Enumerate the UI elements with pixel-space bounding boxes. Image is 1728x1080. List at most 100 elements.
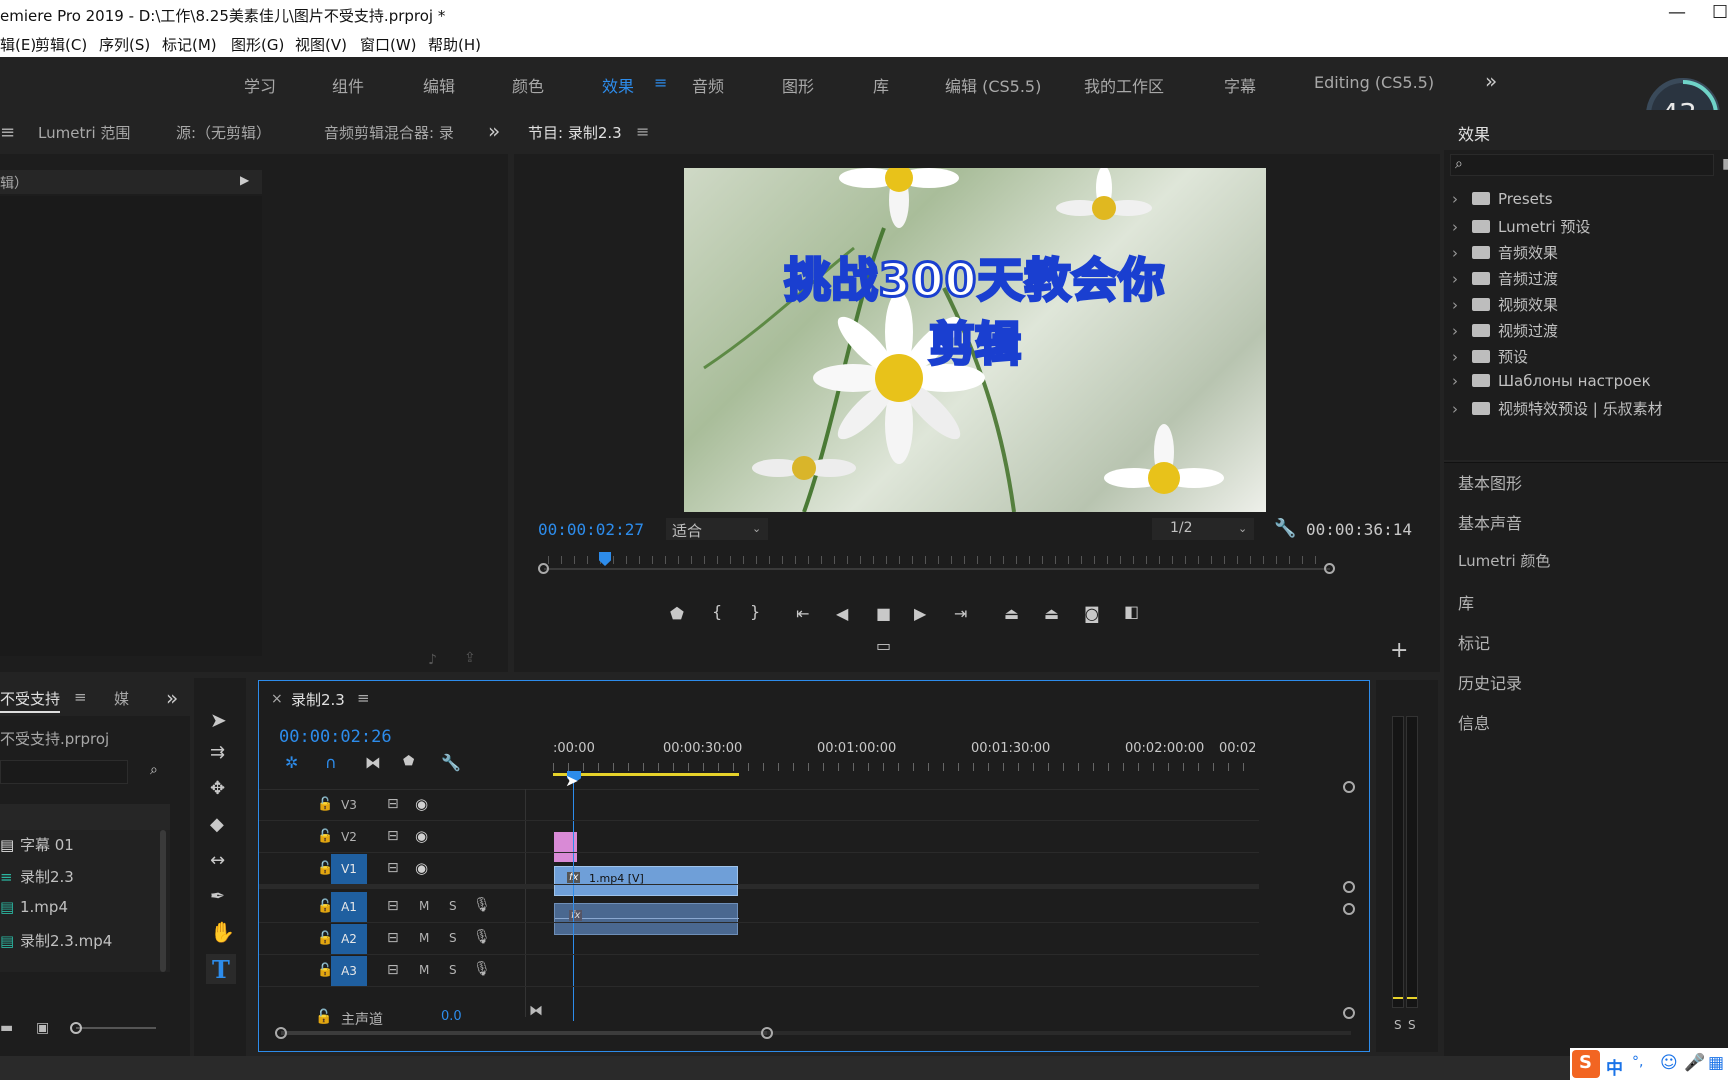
- tab-lumetri-scopes[interactable]: Lumetri 范围: [38, 122, 130, 143]
- panel-lumetri-color[interactable]: Lumetri 颜色: [1458, 550, 1550, 571]
- effects-item-templates[interactable]: › Шаблоны настроек: [1452, 372, 1651, 396]
- ime-punctuation[interactable]: °,: [1632, 1054, 1643, 1070]
- export-icon[interactable]: ⇪: [464, 650, 476, 666]
- audio-scroll-top-handle[interactable]: [1343, 903, 1355, 915]
- nest-toggle-icon[interactable]: ✲: [285, 755, 298, 771]
- effects-title[interactable]: 效果: [1458, 121, 1490, 145]
- project-menu-icon[interactable]: ≡: [74, 688, 87, 706]
- timeline-track-row[interactable]: 🔓 A3 ⊟ M S 🎙: [259, 955, 1259, 987]
- mark-in-icon[interactable]: {: [712, 604, 722, 620]
- comparison-view-icon[interactable]: ◧: [1124, 604, 1139, 620]
- track-target-a1[interactable]: A1: [331, 892, 367, 922]
- list-item[interactable]: ≡ 录制2.3: [0, 866, 74, 887]
- panel-info[interactable]: 信息: [1458, 710, 1490, 734]
- sync-lock-icon[interactable]: ⊟: [387, 962, 399, 978]
- effects-item-lumetri[interactable]: › Lumetri 预设: [1452, 216, 1590, 240]
- zoom-slider-thumb[interactable]: [70, 1022, 82, 1034]
- track-target-v3[interactable]: V3: [331, 790, 367, 820]
- timeline-track-row[interactable]: 🔓 V3 ⊟ ◉: [259, 789, 1259, 821]
- timeline-horizontal-scrollbar[interactable]: [275, 1025, 1355, 1041]
- ripple-edit-tool-icon[interactable]: ✥: [210, 780, 225, 798]
- linked-selection-icon[interactable]: ⧓: [365, 755, 381, 771]
- timeline-track-row[interactable]: 🔓 V1 ⊟ ◉: [259, 853, 1259, 885]
- menu-edit[interactable]: 辑(E): [0, 34, 36, 55]
- video-scroll-bottom-handle[interactable]: [1343, 881, 1355, 893]
- workspace-color[interactable]: 颜色: [512, 73, 544, 97]
- hand-tool-icon[interactable]: ✋: [210, 922, 235, 942]
- scrub-end-handle[interactable]: [1324, 563, 1335, 574]
- sync-lock-icon[interactable]: ⊟: [387, 898, 399, 914]
- mark-out-icon[interactable]: }: [750, 604, 760, 620]
- master-value[interactable]: 0.0: [441, 1009, 462, 1024]
- effects-item-video-transitions[interactable]: › 视频过渡: [1452, 320, 1558, 344]
- workspace-my[interactable]: 我的工作区: [1084, 73, 1164, 97]
- menu-marker[interactable]: 标记(M): [162, 34, 217, 55]
- effects-item-audio-effects[interactable]: › 音频效果: [1452, 242, 1558, 266]
- timeline-track-row[interactable]: 🔓 A2 ⊟ M S 🎙: [259, 923, 1259, 955]
- solo-button[interactable]: S: [449, 899, 457, 913]
- menu-clip[interactable]: 剪辑(C): [35, 34, 87, 55]
- timeline-menu-icon[interactable]: ≡: [357, 689, 370, 707]
- track-select-tool-icon[interactable]: ⇉: [210, 744, 225, 762]
- snap-magnet-icon[interactable]: ∩: [325, 755, 337, 771]
- sync-lock-icon[interactable]: ⊟: [387, 828, 399, 844]
- scrollbar-left-handle[interactable]: [275, 1027, 287, 1039]
- tab-audio-clip-mixer[interactable]: 音频剪辑混合器: 录: [324, 122, 460, 143]
- workspace-libraries[interactable]: 库: [873, 73, 889, 97]
- effects-item-user-presets[interactable]: › 预设: [1452, 346, 1528, 370]
- sogou-logo-icon[interactable]: S: [1572, 1050, 1600, 1078]
- solo-button[interactable]: S: [449, 963, 457, 977]
- scrollbar-right-handle[interactable]: [761, 1027, 773, 1039]
- panel-history[interactable]: 历史记录: [1458, 670, 1522, 694]
- panel-markers[interactable]: 标记: [1458, 630, 1490, 654]
- mute-button[interactable]: M: [419, 931, 429, 945]
- lift-icon[interactable]: ⏏: [1004, 606, 1019, 622]
- microphone-icon[interactable]: 🎙: [473, 929, 491, 945]
- selection-tool-icon[interactable]: ➤: [210, 710, 227, 730]
- scrub-start-handle[interactable]: [538, 563, 549, 574]
- workspace-editing-cs55[interactable]: 编辑 (CS5.5): [945, 73, 1041, 97]
- maximize-button[interactable]: ☐: [1712, 2, 1728, 23]
- master-end-icon[interactable]: ⧓: [529, 1003, 543, 1019]
- menu-sequence[interactable]: 序列(S): [99, 34, 150, 55]
- tab-media-browser[interactable]: 媒: [114, 688, 129, 709]
- close-icon[interactable]: ×: [271, 691, 283, 707]
- add-marker-icon[interactable]: ⬟: [403, 755, 414, 768]
- menu-window[interactable]: 窗口(W): [360, 34, 417, 55]
- program-title[interactable]: 节目: 录制2.3: [528, 122, 622, 143]
- tab-project[interactable]: 不受支持: [0, 688, 61, 713]
- solo-right-button[interactable]: S: [1408, 1018, 1416, 1032]
- solo-button[interactable]: S: [449, 931, 457, 945]
- timeline-track-row[interactable]: 🔓 A1 ⊟ M S 🎙: [259, 891, 1259, 923]
- export-frame-camera-icon[interactable]: ◙: [1084, 606, 1100, 622]
- mute-button[interactable]: M: [419, 963, 429, 977]
- tab-source[interactable]: 源:（无剪辑）: [176, 122, 271, 143]
- workspace-audio[interactable]: 音频: [692, 73, 724, 97]
- timeline-ruler[interactable]: :00:00 00:00:30:00 00:01:00:00 00:01:30:…: [553, 737, 1255, 789]
- project-search-input[interactable]: [0, 760, 128, 784]
- project-overflow-icon[interactable]: »: [166, 686, 178, 710]
- workspace-effects[interactable]: 效果: [602, 73, 634, 97]
- razor-tool-icon[interactable]: ◆: [210, 816, 224, 834]
- workspace-assembly[interactable]: 组件: [332, 73, 364, 97]
- microphone-icon[interactable]: 🎤: [1684, 1053, 1705, 1073]
- workspace-captions[interactable]: 字幕: [1224, 73, 1256, 97]
- eye-icon[interactable]: ◉: [415, 795, 428, 813]
- mute-button[interactable]: M: [419, 899, 429, 913]
- slip-tool-icon[interactable]: ↔: [210, 852, 225, 870]
- av-divider[interactable]: [259, 885, 1259, 889]
- minimize-button[interactable]: —: [1668, 2, 1686, 23]
- effects-item-custom-presets[interactable]: › 视频特效预设 | 乐叔素材: [1452, 398, 1663, 422]
- sync-lock-icon[interactable]: ⊟: [387, 930, 399, 946]
- new-bin-icon[interactable]: ▮: [1722, 156, 1728, 172]
- effects-item-video-effects[interactable]: › 视频效果: [1452, 294, 1558, 318]
- audio-scroll-bottom-handle[interactable]: [1343, 1007, 1355, 1019]
- keyboard-icon[interactable]: ▦: [1708, 1053, 1724, 1073]
- effects-item-presets[interactable]: › Presets: [1452, 190, 1553, 214]
- workspace-graphics[interactable]: 图形: [782, 73, 814, 97]
- go-to-in-icon[interactable]: ⇤: [796, 606, 809, 622]
- scrollbar-thumb[interactable]: [281, 1031, 767, 1035]
- zoom-slider[interactable]: [70, 1022, 156, 1034]
- program-timecode[interactable]: 00:00:02:27: [538, 520, 644, 539]
- source-overflow-icon[interactable]: »: [488, 119, 500, 143]
